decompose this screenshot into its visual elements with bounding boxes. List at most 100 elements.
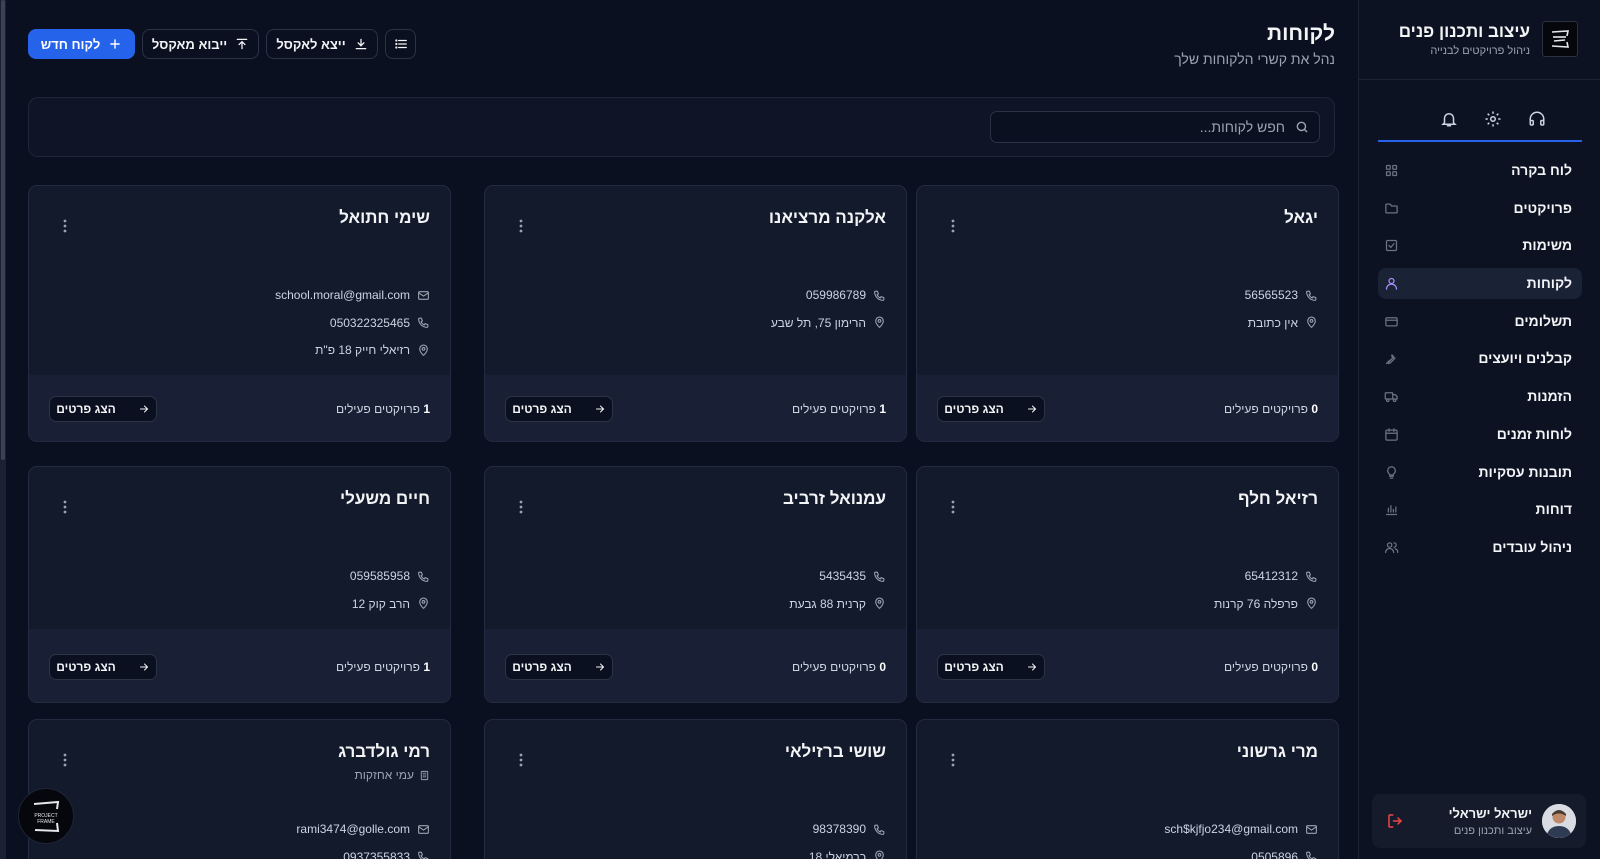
client-name: שושי ברזילאי (784, 742, 886, 761)
mail-icon (1306, 824, 1317, 834)
gear-icon[interactable] (1482, 108, 1504, 130)
more-vertical-icon[interactable] (59, 218, 71, 234)
client-card: רזיאל חלף 65412312 פרפלה 76 קרנות 0 פרויקטי… (916, 466, 1339, 703)
phone-icon (874, 290, 885, 301)
bar-chart-icon (1384, 502, 1399, 517)
search-panel (28, 97, 1335, 157)
phone-icon (417, 316, 430, 329)
brand-logo[interactable] (1542, 21, 1578, 57)
active-projects-label: פרויקטים פעילים (335, 659, 420, 674)
show-details-button[interactable]: הצג פרטים (49, 653, 157, 680)
map-pin-icon (875, 850, 884, 859)
active-projects-label: פרויקטים פעילים (791, 659, 876, 674)
client-phone: 050322325465 (330, 316, 430, 330)
page-scrollbar[interactable] (0, 0, 6, 859)
sidebar-item-label: משימות (1522, 237, 1572, 254)
show-details-button[interactable]: הצג פרטים (505, 653, 613, 680)
new-client-label: לקוח חדש (40, 36, 101, 52)
new-client-button[interactable]: לקוח חדש (28, 29, 135, 59)
client-address-value: קרנית 88 גבעת (789, 596, 866, 611)
client-phone: 56565523 (1245, 288, 1318, 302)
sidebar-item-folder[interactable]: פרויקטים (1378, 193, 1582, 224)
sidebar-item-checkbox[interactable]: משימות (1378, 230, 1582, 261)
sidebar-item-user[interactable]: לקוחות (1378, 268, 1582, 300)
export-excel-button[interactable]: ייצא לאקסל (266, 29, 378, 59)
client-address-value: פרפלה 76 קרנות (1213, 596, 1298, 611)
active-projects-count: 1 (423, 402, 430, 416)
sidebar-item-label: תובנות עסקיות (1478, 463, 1572, 480)
client-phone-value: 0505896 (1251, 849, 1298, 859)
sidebar-item-truck[interactable]: הזמנות (1378, 381, 1582, 412)
wrench-icon (1384, 351, 1399, 366)
client-name: מרי גרשוני (1236, 742, 1318, 761)
phone-icon (1305, 850, 1318, 859)
truck-icon (1384, 389, 1399, 404)
more-vertical-icon[interactable] (515, 218, 527, 234)
client-address: כרמיאלי 18 (809, 850, 886, 859)
arrow-right-icon (1027, 663, 1036, 670)
client-address-value: כרמיאלי 18 (808, 849, 866, 859)
active-projects-label: פרויקטים פעילים (1223, 659, 1308, 674)
search-icon (1296, 121, 1308, 133)
credit-card-icon (1385, 316, 1398, 327)
lightbulb-icon (1384, 465, 1399, 480)
phone-icon (873, 289, 886, 302)
sidebar-item-wrench[interactable]: קבלנים ויועצים (1378, 343, 1582, 374)
more-vertical-icon[interactable] (947, 499, 959, 515)
card-footer: 1 פרויקטים פעילים הצג פרטים (485, 375, 906, 441)
more-vertical-icon[interactable] (515, 752, 527, 768)
more-vertical-icon[interactable] (515, 499, 527, 515)
headset-icon[interactable] (1526, 108, 1548, 130)
map-pin-icon (1305, 597, 1318, 610)
avatar[interactable] (1542, 804, 1576, 838)
more-vertical-icon[interactable] (59, 499, 71, 515)
client-address-value: הרימון 75, תל שבע (770, 315, 866, 330)
client-company: עמי אחזקות (355, 768, 430, 782)
more-vertical-icon[interactable] (59, 752, 71, 768)
sidebar-item-bar-chart[interactable]: דוחות (1378, 494, 1582, 525)
show-details-button[interactable]: הצג פרטים (505, 396, 613, 422)
sidebar-item-lightbulb[interactable]: תובנות עסקיות (1378, 457, 1582, 488)
show-details-button[interactable]: הצג פרטים (937, 396, 1045, 422)
phone-icon (874, 824, 885, 835)
search-box[interactable] (990, 111, 1320, 143)
client-name: שימי חתואל (339, 208, 430, 227)
project-frame-logo[interactable]: PROJECT FRAME (18, 788, 74, 844)
show-details-label: הצג פרטים (512, 659, 572, 674)
sidebar-item-calendar[interactable]: לוחות זמנים (1378, 419, 1582, 450)
more-vertical-icon[interactable] (947, 752, 959, 768)
bar-chart-icon (1385, 505, 1398, 516)
map-pin-icon (419, 597, 428, 609)
active-projects-label: פרויקטים פעילים (1223, 402, 1308, 416)
card-footer: 0 פרויקטים פעילים הצג פרטים (485, 629, 906, 702)
phone-icon (417, 570, 430, 583)
client-phone: 059986789 (806, 288, 886, 302)
active-projects: 0 פרויקטים פעילים (1224, 660, 1318, 674)
client-card: עמנואל זרביב 5435435 קרנית 88 גבעת 0 פרויקט… (484, 466, 907, 703)
show-details-button[interactable]: הצג פרטים (937, 653, 1045, 680)
list-view-button[interactable] (385, 29, 416, 59)
plus-icon (110, 39, 121, 49)
show-details-button[interactable]: הצג פרטים (49, 396, 157, 422)
calendar-icon (1384, 427, 1399, 442)
logout-icon[interactable] (1386, 812, 1404, 830)
client-card: רמי גולדברג עמי אחזקות rami3474@golle.com 0… (28, 719, 451, 859)
more-vertical-icon[interactable] (947, 218, 959, 234)
import-excel-button[interactable]: ייבוא מאקסל (142, 29, 259, 59)
logo-text-2: FRAME (37, 819, 55, 825)
client-email: sch$kjfjo234@gmail.com (1164, 822, 1318, 836)
credit-card-icon (1384, 314, 1399, 329)
client-phone: 65412312 (1245, 569, 1318, 583)
wrench-icon (1385, 354, 1396, 365)
sidebar-item-label: לוח בקרה (1511, 162, 1572, 178)
client-email-value: sch$kjfjo234@gmail.com (1164, 822, 1298, 836)
bell-icon[interactable] (1438, 108, 1460, 130)
sidebar-item-credit-card[interactable]: תשלומים (1378, 306, 1582, 337)
scrollbar-thumb[interactable] (1, 0, 5, 460)
user-profile[interactable]: ישראל ישראלי עיצוב ותכנון פנים (1372, 794, 1586, 848)
search-input[interactable] (1005, 112, 1285, 142)
arrow-right-icon (595, 663, 604, 670)
sidebar-item-users[interactable]: ניהול עובדים (1378, 532, 1582, 563)
sidebar-item-grid[interactable]: לוח בקרה (1378, 155, 1582, 186)
client-address-value: הרב קוק 12 (351, 596, 410, 611)
